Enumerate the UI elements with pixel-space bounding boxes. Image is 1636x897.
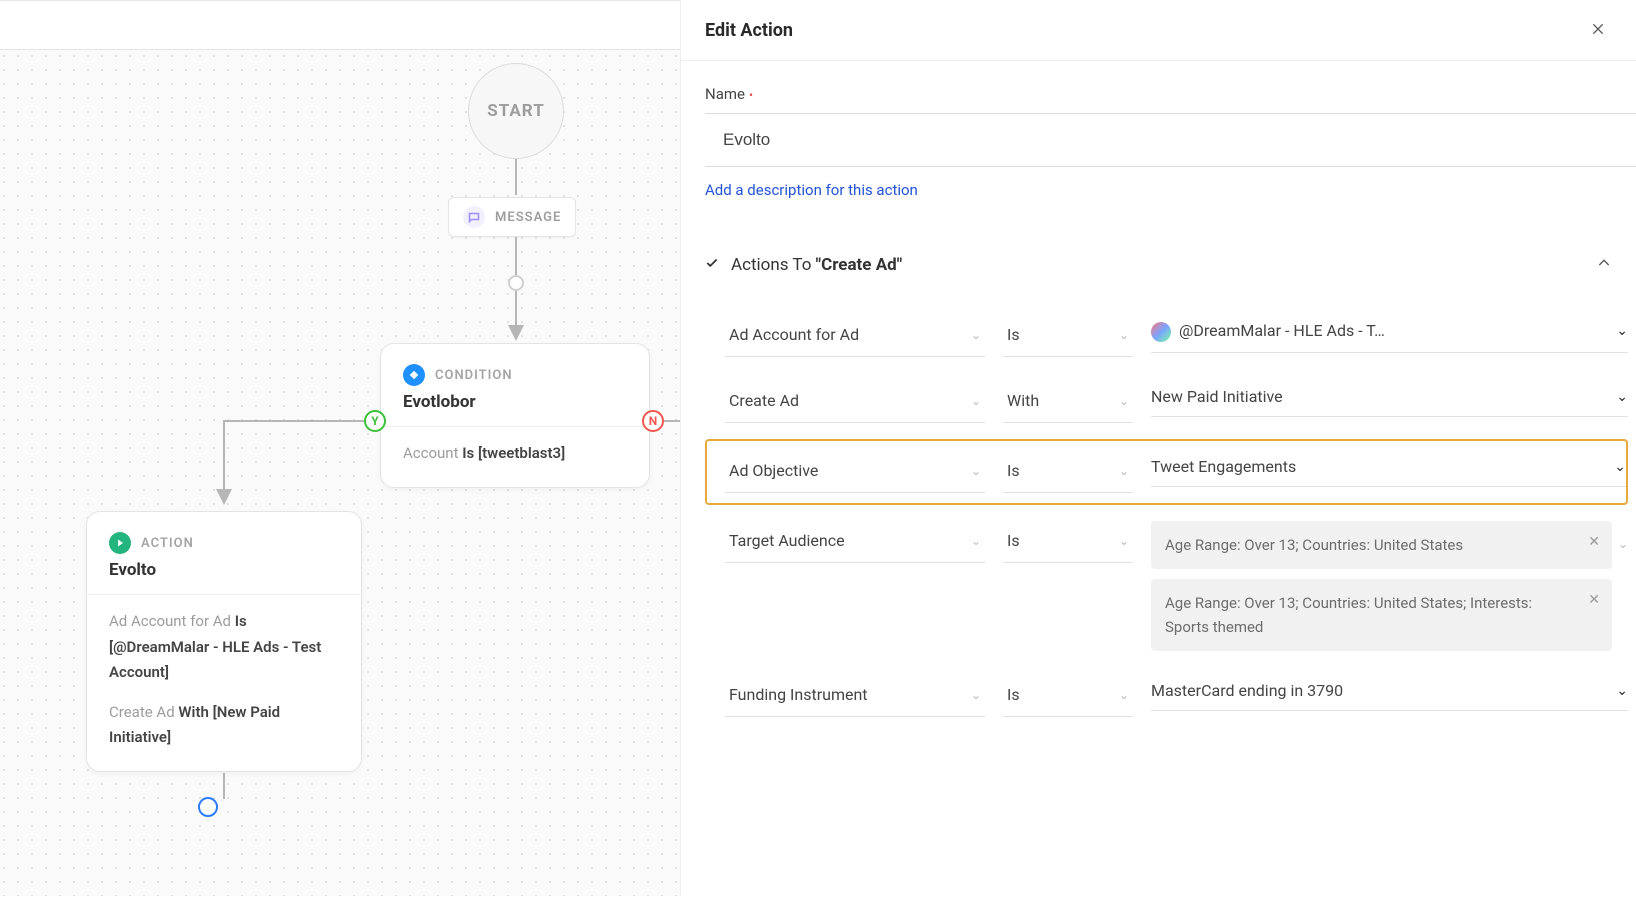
row-ad-objective: Ad Objective⌄ Is⌄ Tweet Engagements⌄ [705,439,1628,505]
chevron-down-icon: ⌄ [1119,464,1129,478]
chevron-down-icon: ⌄ [971,464,981,478]
add-description-link[interactable]: Add a description for this action [705,181,918,199]
audience-tag[interactable]: Age Range: Over 13; Countries: United St… [1151,521,1612,569]
chevron-down-icon: ⌄ [1119,328,1129,342]
action-type-label: ACTION [141,536,194,551]
chevron-up-icon [1596,255,1612,275]
start-label: START [487,101,544,121]
remove-tag-button[interactable]: ✕ [1588,531,1600,553]
workflow-canvas[interactable]: START MESSAGE CONDITION Evotlobor Accoun… [0,0,680,896]
condition-yes-badge[interactable]: Y [364,410,386,432]
row-create-ad: Create Ad⌄ With⌄ New Paid Initiative⌄ [705,369,1628,435]
chevron-down-icon: ⌄ [1119,688,1129,702]
close-icon [1590,21,1606,37]
operator-select[interactable]: Is⌄ [1003,315,1133,357]
audience-tag[interactable]: Age Range: Over 13; Countries: United St… [1151,579,1612,651]
operator-select[interactable]: Is⌄ [1003,675,1133,717]
field-select[interactable]: Ad Account for Ad⌄ [725,315,985,357]
field-select[interactable]: Funding Instrument⌄ [725,675,985,717]
operator-select[interactable]: Is⌄ [1003,451,1133,493]
message-label: MESSAGE [495,210,561,225]
name-input[interactable] [705,113,1636,167]
chevron-down-icon: ⌄ [1119,394,1129,408]
chevron-down-icon: ⌄ [971,394,981,408]
chevron-down-icon: ⌄ [971,688,981,702]
actions-section-title: Actions To "Create Ad" [731,255,902,275]
chevron-down-icon: ⌄ [1614,459,1626,475]
action-output-handle[interactable] [198,797,218,817]
close-button[interactable] [1584,12,1612,48]
required-indicator: • [749,88,753,102]
start-node[interactable]: START [468,63,564,159]
field-select[interactable]: Ad Objective⌄ [725,451,985,493]
action-icon [109,532,131,554]
chevron-down-icon: ⌄ [971,328,981,342]
message-node[interactable]: MESSAGE [448,197,576,237]
message-icon [463,206,485,228]
operator-select[interactable]: With⌄ [1003,381,1133,423]
value-select[interactable]: New Paid Initiative⌄ [1151,381,1628,417]
action-node[interactable]: ACTION Evolto Ad Account for Ad Is [@Dre… [86,511,362,772]
chevron-down-icon: ⌄ [1616,389,1628,405]
operator-select[interactable]: Is⌄ [1003,521,1133,563]
value-select[interactable]: MasterCard ending in 3790⌄ [1151,675,1628,711]
chevron-down-icon: ⌄ [1616,323,1628,339]
remove-tag-button[interactable]: ✕ [1588,589,1600,611]
check-icon [705,256,719,274]
name-label: Name• [705,85,1636,103]
row-funding-instrument: Funding Instrument⌄ Is⌄ MasterCard endin… [705,663,1628,729]
edit-action-panel: Edit Action Name• Add a description for … [680,0,1636,896]
condition-icon [403,364,425,386]
connector-dot[interactable] [508,275,524,291]
value-select[interactable]: Tweet Engagements⌄ [1151,451,1626,487]
field-select[interactable]: Target Audience⌄ [725,521,985,563]
action-title: Evolto [109,560,339,580]
panel-title: Edit Action [705,20,793,41]
condition-no-badge[interactable]: N [642,410,664,432]
condition-body: Account Is [tweetblast3] [403,441,627,467]
condition-title: Evotlobor [403,392,627,412]
audience-tags: Age Range: Over 13; Countries: United St… [1151,521,1612,651]
field-select[interactable]: Create Ad⌄ [725,381,985,423]
row-ad-account: Ad Account for Ad⌄ Is⌄ @DreamMalar - HLE… [705,303,1628,369]
row-target-audience: Target Audience⌄ Is⌄ Age Range: Over 13;… [705,509,1628,663]
condition-type-label: CONDITION [435,368,513,383]
action-rows: Ad Account for Ad⌄ Is⌄ @DreamMalar - HLE… [705,303,1636,729]
condition-node[interactable]: CONDITION Evotlobor Account Is [tweetbla… [380,343,650,488]
value-select[interactable]: @DreamMalar - HLE Ads - T…⌄ [1151,315,1628,353]
chevron-down-icon: ⌄ [971,534,981,548]
audience-value-select[interactable]: ⌄ [1618,521,1628,551]
chevron-down-icon: ⌄ [1119,534,1129,548]
chevron-down-icon: ⌄ [1616,683,1628,699]
action-body: Ad Account for Ad Is [@DreamMalar - HLE … [109,609,339,751]
actions-section-header[interactable]: Actions To "Create Ad" [705,255,1636,275]
